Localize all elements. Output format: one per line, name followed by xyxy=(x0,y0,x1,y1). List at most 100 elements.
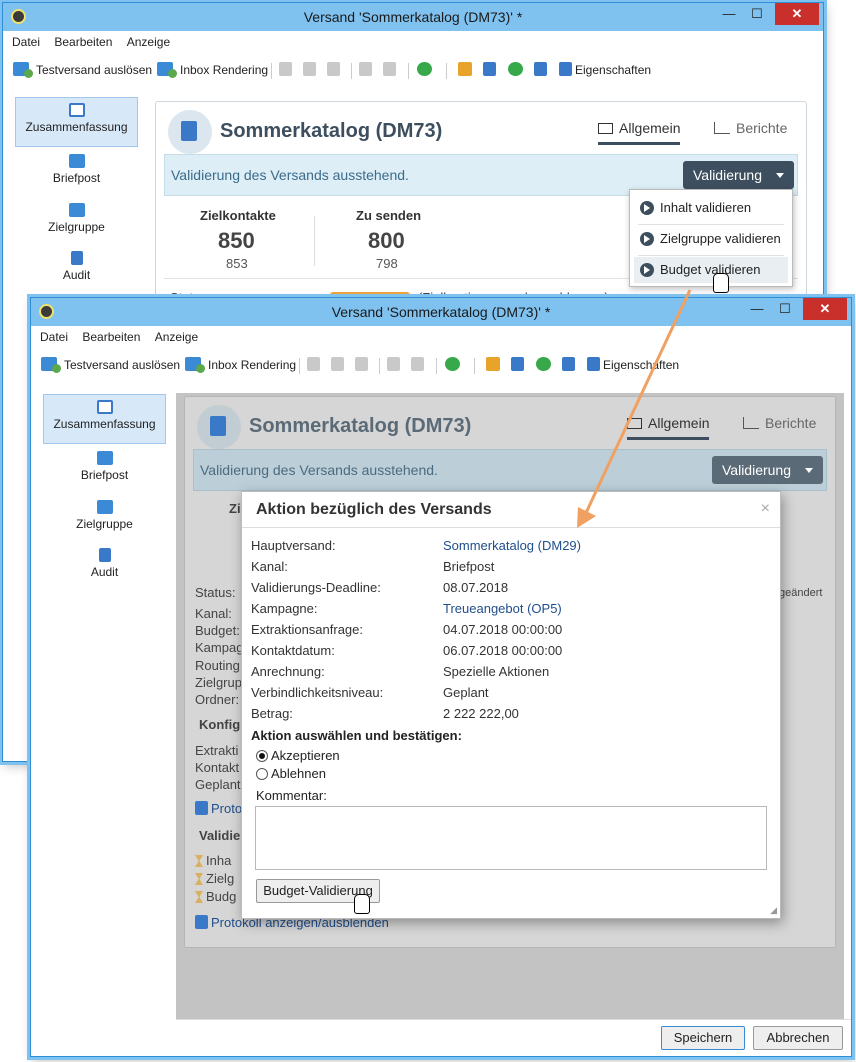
inbox-rendering-button[interactable]: Inbox Rendering xyxy=(185,356,296,374)
comment-field[interactable] xyxy=(255,806,767,870)
zi-label: Zi xyxy=(229,501,241,516)
undo-icon[interactable] xyxy=(359,61,375,79)
menu-anzeige[interactable]: Anzeige xyxy=(155,326,198,348)
nav-zusammenfassung[interactable]: Zusammenfassung xyxy=(15,97,138,147)
envelope-icon xyxy=(598,123,613,134)
hand-cursor-icon xyxy=(354,894,370,914)
menu-budget-validieren[interactable]: Budget validieren xyxy=(634,257,788,283)
properties-button[interactable]: Eigenschaften xyxy=(559,61,651,79)
radio-accept[interactable]: Akzeptieren xyxy=(256,748,340,763)
inhalt-label: Inha xyxy=(195,853,231,868)
tab-berichte[interactable]: Berichte xyxy=(743,415,816,437)
close-icon[interactable]: × xyxy=(761,500,770,518)
footer-divider xyxy=(176,1019,851,1020)
radio-reject[interactable]: Ablehnen xyxy=(256,766,326,781)
validate-button[interactable]: Validierung xyxy=(712,456,824,484)
extraktion-label: Extrakti xyxy=(195,743,239,758)
gift-icon[interactable] xyxy=(486,356,503,374)
close-button[interactable]: ✕ xyxy=(803,298,847,320)
validierung-heading: Validie xyxy=(199,828,241,843)
testversand-button[interactable]: Testversand auslösen xyxy=(41,356,180,374)
paste-icon[interactable] xyxy=(355,356,371,374)
tab-allgemein[interactable]: Allgemein xyxy=(627,415,710,440)
schedule-icon[interactable] xyxy=(483,61,499,79)
nav-zusammenfassung[interactable]: Zusammenfassung xyxy=(43,394,166,444)
link-hauptversand[interactable]: Sommerkatalog (DM29) xyxy=(443,536,581,556)
cancel-button[interactable]: Abbrechen xyxy=(753,1026,843,1050)
nav-briefpost[interactable]: Briefpost xyxy=(15,149,138,199)
arrow-right-icon xyxy=(640,201,654,215)
tab-allgemein[interactable]: Allgemein xyxy=(598,120,681,145)
cut-icon[interactable] xyxy=(331,356,347,374)
chevron-down-icon xyxy=(776,173,785,178)
nav-audit[interactable]: Audit xyxy=(15,246,138,296)
menu-separator xyxy=(638,255,784,256)
mail-icon xyxy=(96,451,113,465)
audit-icon xyxy=(195,915,208,929)
toolbar-separator xyxy=(271,63,272,79)
nav-briefpost[interactable]: Briefpost xyxy=(43,446,166,496)
copy-icon[interactable] xyxy=(279,61,295,79)
testversand-button[interactable]: Testversand auslösen xyxy=(13,61,152,79)
copy-icon[interactable] xyxy=(307,356,323,374)
menu-datei[interactable]: Datei xyxy=(40,326,68,348)
radio-unchecked-icon xyxy=(256,768,268,780)
link-kampagne[interactable]: Treueangebot (OP5) xyxy=(443,599,562,619)
menu-bearbeiten[interactable]: Bearbeiten xyxy=(54,31,112,53)
budget-icon[interactable] xyxy=(508,61,526,79)
tab-berichte[interactable]: Berichte xyxy=(714,120,787,142)
redo-icon[interactable] xyxy=(411,356,427,374)
audit-icon xyxy=(195,801,208,815)
toolbar-separator xyxy=(436,358,437,374)
changed-text: geändert xyxy=(779,587,823,599)
kpi-targets-value: 850 xyxy=(218,228,255,253)
kpi-tosend-sub: 798 xyxy=(376,256,398,271)
maximize-button[interactable]: ☐ xyxy=(743,3,771,25)
ordner-label: Ordner: xyxy=(195,692,240,707)
menu-bearbeiten[interactable]: Bearbeiten xyxy=(82,326,140,348)
hourglass-icon xyxy=(195,855,203,867)
routing-label: Routing xyxy=(195,658,240,673)
gift-icon[interactable] xyxy=(458,61,475,79)
minimize-button[interactable]: — xyxy=(715,3,743,25)
kpi-divider xyxy=(314,216,315,266)
hourglass-icon xyxy=(195,891,203,903)
menu-datei[interactable]: Datei xyxy=(12,31,40,53)
toolbar-separator xyxy=(474,358,475,374)
mail-delivery-icon xyxy=(168,110,212,154)
window-icon xyxy=(68,103,85,117)
schedule-icon[interactable] xyxy=(511,356,527,374)
nav-audit[interactable]: Audit xyxy=(43,543,166,593)
save-button[interactable]: Speichern xyxy=(661,1026,745,1050)
nav-zielgruppe[interactable]: Zielgruppe xyxy=(43,495,166,545)
protokoll-link-short[interactable]: Proto xyxy=(195,801,242,816)
maximize-button[interactable]: ☐ xyxy=(771,298,799,320)
budget-icon[interactable] xyxy=(536,356,554,374)
resize-grip-icon[interactable]: ◢ xyxy=(770,905,777,916)
properties-button[interactable]: Eigenschaften xyxy=(587,356,679,374)
left-nav: Zusammenfassung Briefpost Zielgruppe Aud… xyxy=(31,392,175,1056)
menu-zielgruppe-validieren[interactable]: Zielgruppe validieren xyxy=(634,226,788,252)
paste-icon[interactable] xyxy=(327,61,343,79)
nav-zielgruppe[interactable]: Zielgruppe xyxy=(15,198,138,248)
menu-separator xyxy=(638,224,784,225)
menu-anzeige[interactable]: Anzeige xyxy=(127,31,170,53)
refresh-icon[interactable] xyxy=(417,61,435,79)
menu-inhalt-validieren[interactable]: Inhalt validieren xyxy=(634,195,788,221)
toolbar-separator xyxy=(379,358,380,374)
audit-icon[interactable] xyxy=(562,356,578,374)
title-bar: Versand 'Sommerkatalog (DM73)' * — ☐ ✕ xyxy=(3,3,823,31)
kpi-targets-label: Zielkontakte xyxy=(200,208,276,223)
minimize-button[interactable]: — xyxy=(743,298,771,320)
close-button[interactable]: ✕ xyxy=(775,3,819,25)
inbox-rendering-button[interactable]: Inbox Rendering xyxy=(157,61,268,79)
audit-icon[interactable] xyxy=(534,61,550,79)
refresh-icon[interactable] xyxy=(445,356,463,374)
budget-label: Budget: xyxy=(195,623,240,638)
validate-button[interactable]: Validierung xyxy=(683,161,795,189)
undo-icon[interactable] xyxy=(387,356,403,374)
redo-icon[interactable] xyxy=(383,61,399,79)
menu-bar: Datei Bearbeiten Anzeige xyxy=(31,326,851,348)
cut-icon[interactable] xyxy=(303,61,319,79)
budg-label: Budg xyxy=(195,889,236,904)
